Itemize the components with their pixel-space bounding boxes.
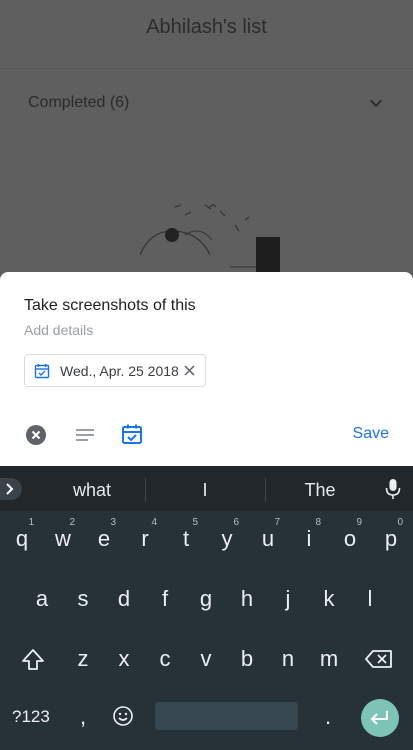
sheet-actions: Save [0,422,413,448]
add-details-field[interactable]: Add details [24,322,93,338]
key-letter: y [221,526,233,551]
key-letter: t [182,526,190,551]
key-hint: 5 [192,517,198,528]
key-letter: q [15,526,29,551]
space-key[interactable] [155,702,298,730]
key-p[interactable]: 0p [371,512,411,566]
key-letter: u [261,526,275,551]
key-i[interactable]: 8i [289,512,329,566]
task-title-input[interactable]: Take screenshots of this [24,297,196,315]
divider [0,68,413,69]
key-hint: 1 [28,517,34,528]
enter-key[interactable] [361,699,399,737]
key-r[interactable]: 4r [125,512,165,566]
backspace-icon[interactable] [365,649,393,669]
key-z[interactable]: z [63,632,103,686]
save-button[interactable]: Save [353,425,389,443]
chevron-right-icon [6,483,14,495]
key-t[interactable]: 5t [166,512,206,566]
cancel-circle-icon[interactable] [25,424,47,446]
key-k[interactable]: k [309,572,349,626]
completed-section-label: Completed (6) [28,94,130,111]
key-hint: 4 [151,517,157,528]
key-letter: i [306,526,312,551]
suggestion-bar: what I The [0,466,413,511]
key-h[interactable]: h [227,572,267,626]
key-o[interactable]: 9o [330,512,370,566]
suggestion-2[interactable]: I [155,480,255,501]
key-w[interactable]: 2w [43,512,83,566]
key-hint: 3 [110,517,116,528]
suggestion-separator [265,478,266,502]
key-e[interactable]: 3e [84,512,124,566]
key-a[interactable]: a [22,572,62,626]
key-y[interactable]: 6y [207,512,247,566]
key-g[interactable]: g [186,572,226,626]
key-d[interactable]: d [104,572,144,626]
expand-suggestions-button[interactable] [0,478,22,500]
key-f[interactable]: f [145,572,185,626]
key-hint: 8 [315,517,321,528]
key-q[interactable]: 1q [2,512,42,566]
key-letter: p [384,526,398,551]
details-lines-icon[interactable] [74,426,96,444]
key-x[interactable]: x [104,632,144,686]
key-hint: 6 [233,517,239,528]
suggestion-separator [145,478,146,502]
key-hint: 2 [69,517,75,528]
key-hint: 9 [356,517,362,528]
enter-arrow-icon [370,711,388,725]
list-title: Abhilash's list [146,16,267,38]
key-n[interactable]: n [268,632,308,686]
key-s[interactable]: s [63,572,103,626]
key-v[interactable]: v [186,632,226,686]
key-b[interactable]: b [227,632,267,686]
calendar-check-icon[interactable] [121,423,143,445]
key-letter: o [343,526,357,551]
key-hint: 7 [274,517,280,528]
period-key[interactable]: . [325,704,331,730]
empty-state-illustration [139,204,280,272]
due-date-text: Wed., Apr. 25 2018 [60,362,179,379]
key-m[interactable]: m [309,632,349,686]
microphone-icon[interactable] [385,478,401,500]
chevron-down-icon [369,99,383,108]
key-u[interactable]: 7u [248,512,288,566]
key-letter: w [55,526,71,551]
calendar-icon [34,363,50,378]
soft-keyboard: what I The 1q 2w 3e 4r 5t 6y 7u 8i 9o 0p… [0,466,413,750]
key-letter: r [141,526,149,551]
suggestion-1[interactable]: what [42,480,142,501]
suggestion-3[interactable]: The [270,480,370,501]
key-l[interactable]: l [350,572,390,626]
new-task-sheet: Take screenshots of this Add details Wed… [0,272,413,466]
close-icon[interactable] [183,364,196,377]
emoji-icon[interactable] [112,705,134,727]
key-hint: 0 [397,517,403,528]
background-app: Abhilash's list Completed (6) [0,0,413,272]
due-date-chip[interactable]: Wed., Apr. 25 2018 [24,354,206,387]
key-c[interactable]: c [145,632,185,686]
key-letter: e [97,526,111,551]
key-j[interactable]: j [268,572,308,626]
symbols-key[interactable]: ?123 [12,707,50,727]
shift-icon[interactable] [20,647,46,673]
comma-key[interactable]: , [80,704,86,730]
